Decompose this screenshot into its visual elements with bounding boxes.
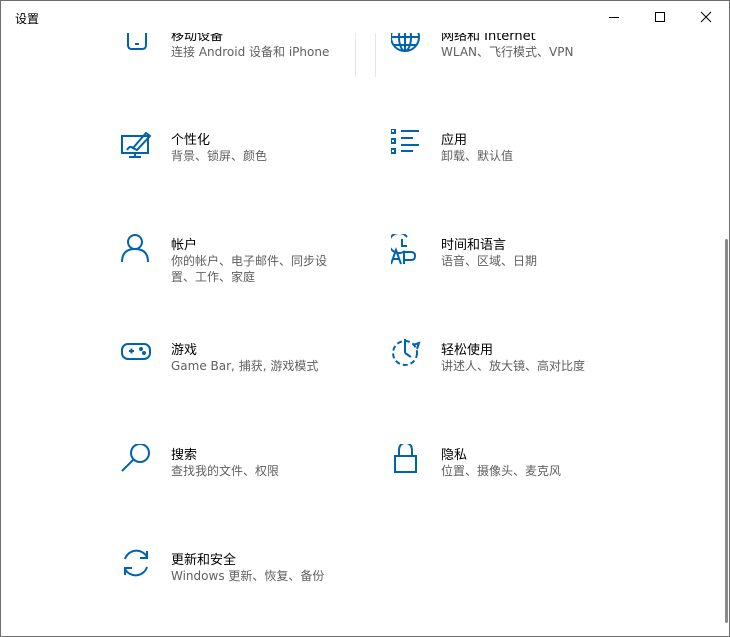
lock-icon bbox=[391, 444, 431, 484]
gamepad-icon bbox=[121, 339, 161, 379]
tile-time-language-name: 时间和语言 bbox=[441, 238, 507, 253]
tile-update-security-name: 更新和安全 bbox=[171, 553, 237, 568]
maximize-icon bbox=[655, 12, 665, 22]
tile-search-name: 搜索 bbox=[171, 448, 198, 463]
tile-ease-of-access[interactable]: 轻松使用 讲述人、放大镜、高对比度 bbox=[391, 339, 661, 429]
tile-personalization-desc: 背景、锁屏、颜色 bbox=[171, 149, 268, 163]
tile-phone-desc: 连接 Android 设备和 iPhone bbox=[171, 45, 330, 59]
tile-gaming-name: 游戏 bbox=[171, 343, 198, 358]
search-icon bbox=[121, 444, 161, 484]
tile-apps[interactable]: 应用 卸载、默认值 bbox=[391, 129, 661, 219]
apps-list-icon bbox=[391, 129, 431, 169]
close-icon bbox=[700, 11, 712, 23]
tile-privacy[interactable]: 隐私 位置、摄像头、麦克风 bbox=[391, 444, 661, 534]
tile-accounts-desc: 你的帐户、电子邮件、同步设置、工作、家庭 bbox=[171, 254, 328, 284]
tile-ease-of-access-desc: 讲述人、放大镜、高对比度 bbox=[441, 359, 586, 373]
minimize-button[interactable] bbox=[591, 1, 637, 33]
maximize-button[interactable] bbox=[637, 1, 683, 33]
tile-update-security[interactable]: 更新和安全 Windows 更新、恢复、备份 bbox=[121, 549, 391, 636]
settings-window: 移动设备 连接 Android 设备和 iPhone 网络和 Internet … bbox=[0, 0, 730, 637]
scrollbar-thumb[interactable] bbox=[725, 239, 728, 623]
tile-ease-of-access-name: 轻松使用 bbox=[441, 343, 494, 358]
tile-time-language[interactable]: 时间和语言 语音、区域、日期 bbox=[391, 234, 661, 324]
person-icon bbox=[121, 234, 161, 274]
tile-network-desc: WLAN、飞行模式、VPN bbox=[441, 45, 574, 59]
update-icon bbox=[121, 549, 161, 589]
title-bar: 设置 bbox=[1, 1, 729, 33]
time-language-icon bbox=[391, 234, 431, 274]
tile-privacy-desc: 位置、摄像头、麦克风 bbox=[441, 464, 562, 478]
ease-of-access-icon bbox=[391, 339, 431, 379]
tile-apps-name: 应用 bbox=[441, 133, 468, 148]
tile-personalization-name: 个性化 bbox=[171, 133, 211, 148]
tile-time-language-desc: 语音、区域、日期 bbox=[441, 254, 538, 268]
minimize-icon bbox=[609, 17, 619, 18]
window-title: 设置 bbox=[15, 12, 40, 26]
tile-privacy-name: 隐私 bbox=[441, 448, 468, 463]
tile-search[interactable]: 搜索 查找我的文件、权限 bbox=[121, 444, 391, 534]
tile-search-desc: 查找我的文件、权限 bbox=[171, 464, 280, 478]
tile-personalization[interactable]: 个性化 背景、锁屏、颜色 bbox=[121, 129, 391, 219]
tile-accounts[interactable]: 帐户 你的帐户、电子邮件、同步设置、工作、家庭 bbox=[121, 234, 391, 324]
personalization-icon bbox=[121, 129, 161, 169]
tile-gaming-desc: Game Bar, 捕获, 游戏模式 bbox=[171, 359, 319, 373]
tile-accounts-name: 帐户 bbox=[171, 238, 198, 253]
tile-network[interactable]: 网络和 Internet WLAN、飞行模式、VPN bbox=[391, 25, 661, 115]
close-button[interactable] bbox=[683, 1, 729, 33]
tile-divider bbox=[375, 29, 376, 77]
tile-gaming[interactable]: 游戏 Game Bar, 捕获, 游戏模式 bbox=[121, 339, 391, 429]
settings-home-grid: 移动设备 连接 Android 设备和 iPhone 网络和 Internet … bbox=[1, 1, 729, 636]
tile-phone[interactable]: 移动设备 连接 Android 设备和 iPhone bbox=[121, 25, 391, 115]
tile-update-security-desc: Windows 更新、恢复、备份 bbox=[171, 569, 325, 583]
tile-apps-desc: 卸载、默认值 bbox=[441, 149, 514, 163]
tile-divider bbox=[355, 29, 356, 77]
